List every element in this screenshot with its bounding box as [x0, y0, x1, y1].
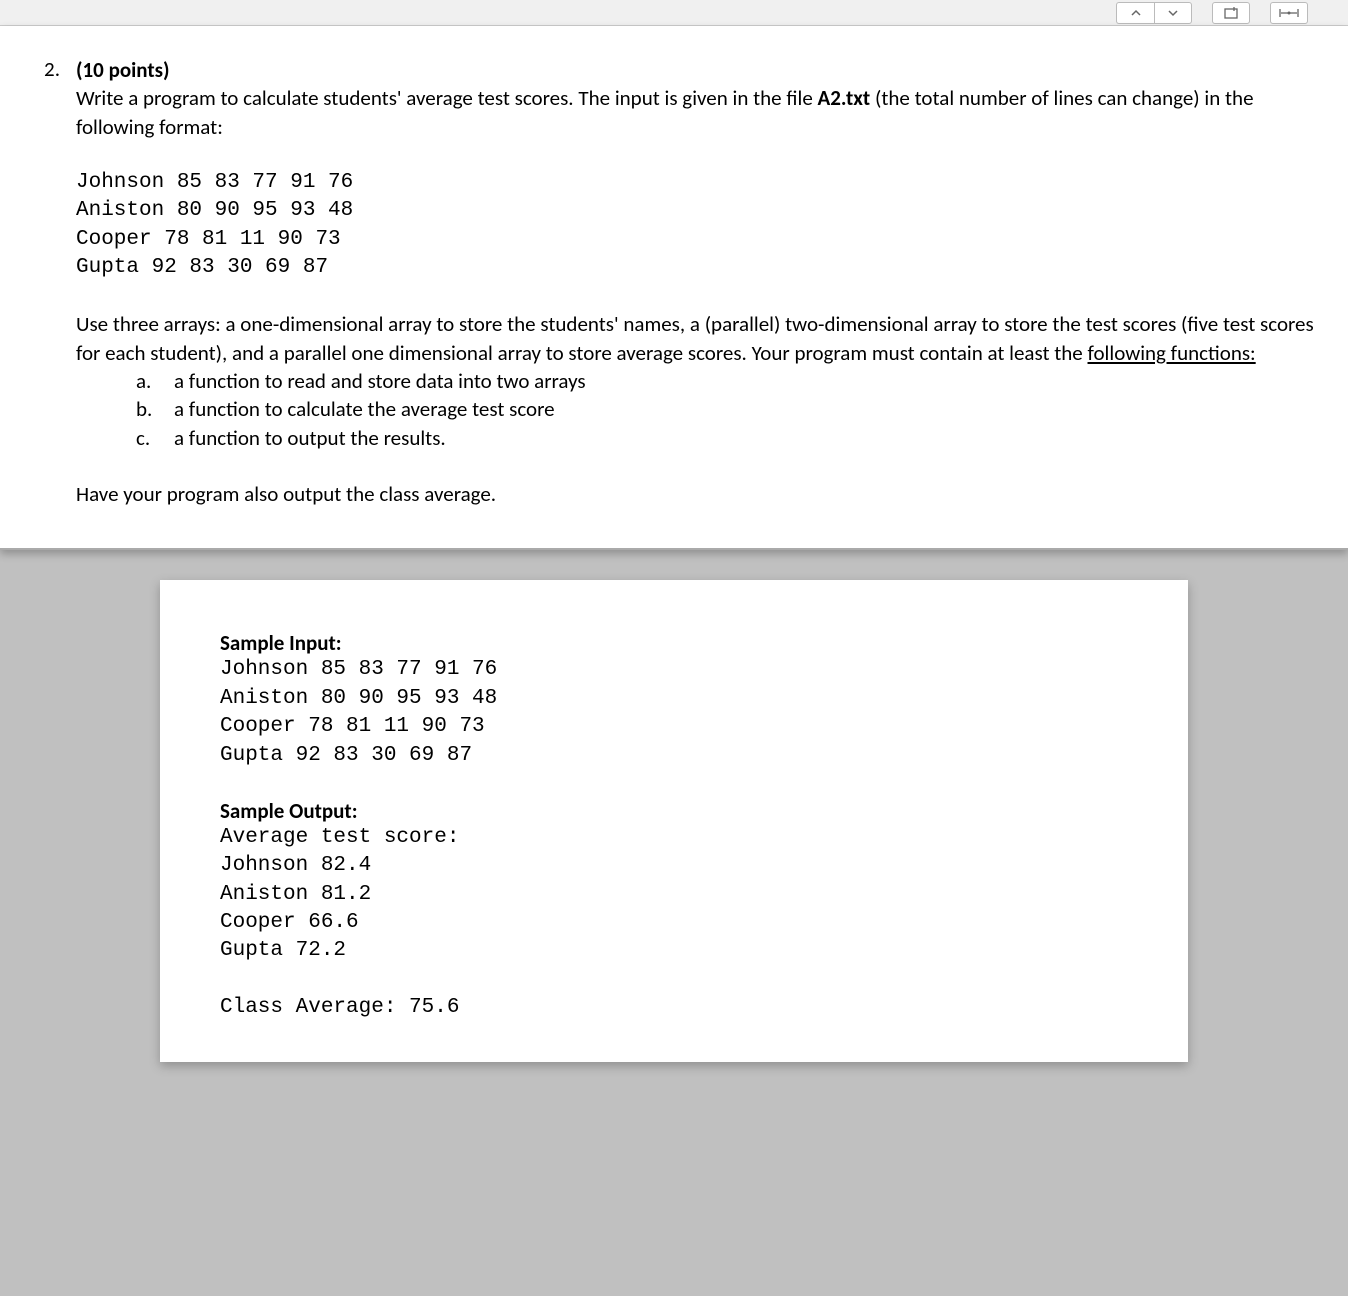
nav-up-button[interactable]: [1116, 2, 1154, 24]
body-paragraph: Use three arrays: a one-dimensional arra…: [76, 310, 1330, 367]
chevron-up-icon: [1130, 7, 1142, 19]
nav-group: [1116, 2, 1192, 24]
page-1: 2. (10 points) Write a program to calcul…: [0, 26, 1348, 550]
toolbar: [0, 0, 1348, 26]
list-item: a. a function to read and store data int…: [136, 367, 1330, 395]
closing-paragraph: Have your program also output the class …: [76, 480, 1330, 508]
sample-output-data: Average test score: Johnson 82.4 Aniston…: [220, 824, 1128, 1022]
sample-input-title: Sample Input:: [220, 630, 1128, 656]
fit-button[interactable]: [1270, 2, 1308, 24]
fit-width-icon: [1279, 8, 1299, 18]
page-gap: Sample Input: Johnson 85 83 77 91 76 Ani…: [0, 550, 1348, 1092]
sub-text-c: a function to output the results.: [174, 424, 446, 452]
intro-text-1: Write a program to calculate students' a…: [76, 85, 818, 111]
intro-paragraph: Write a program to calculate students' a…: [76, 84, 1330, 141]
function-list: a. a function to read and store data int…: [136, 367, 1330, 452]
nav-down-button[interactable]: [1154, 2, 1192, 24]
sample-data-block: Johnson 85 83 77 91 76 Aniston 80 90 95 …: [76, 169, 1330, 282]
window-icon: [1224, 7, 1238, 19]
filename: A2.txt: [818, 85, 871, 111]
sub-label-b: b.: [136, 395, 158, 423]
page-2: Sample Input: Johnson 85 83 77 91 76 Ani…: [160, 580, 1188, 1062]
list-item: b. a function to calculate the average t…: [136, 395, 1330, 423]
list-item: c. a function to output the results.: [136, 424, 1330, 452]
sample-input-data: Johnson 85 83 77 91 76 Aniston 80 90 95 …: [220, 656, 1128, 769]
window-button[interactable]: [1212, 2, 1250, 24]
points-line: (10 points): [76, 56, 1330, 84]
sub-text-b: a function to calculate the average test…: [174, 395, 555, 423]
question-block: 2. (10 points) Write a program to calcul…: [30, 56, 1330, 508]
points-label: (10 points): [76, 57, 170, 83]
sample-output-title: Sample Output:: [220, 798, 1128, 824]
sub-label-c: c.: [136, 424, 158, 452]
body-underline: following functions:: [1088, 340, 1256, 366]
sub-label-a: a.: [136, 367, 158, 395]
question-content: (10 points) Write a program to calculate…: [76, 56, 1330, 508]
sub-text-a: a function to read and store data into t…: [174, 367, 586, 395]
chevron-down-icon: [1167, 7, 1179, 19]
question-number: 2.: [30, 56, 60, 508]
